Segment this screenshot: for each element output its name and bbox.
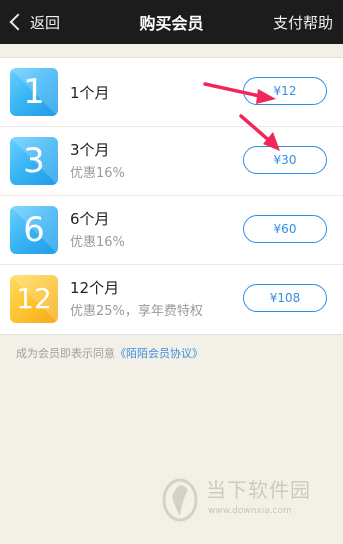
tile-number: 12 bbox=[16, 282, 52, 315]
plan-title: 1个月 bbox=[70, 84, 110, 102]
watermark-brand: 当下软件园 bbox=[206, 478, 311, 502]
agreement-text: 成为会员即表示同意《陌陌会员协议》 bbox=[16, 345, 203, 361]
price-button-60[interactable]: ¥60 bbox=[243, 215, 327, 243]
price-button-30[interactable]: ¥30 bbox=[243, 146, 327, 174]
plan-row-6-months[interactable]: 6 6个月 优惠16% ¥60 bbox=[0, 196, 343, 265]
plan-1-tile-icon: 1 bbox=[10, 68, 58, 116]
price-button-108[interactable]: ¥108 bbox=[243, 284, 327, 312]
plan-row-12-months[interactable]: 12 12个月 优惠25%，享年费特权 ¥108 bbox=[0, 265, 343, 334]
plan-title: 3个月 bbox=[70, 141, 110, 159]
plan-list: 1 1个月 ¥12 3 3个月 优惠16% ¥30 6 6个月 优惠16% ¥6… bbox=[0, 57, 343, 335]
tile-number: 3 bbox=[23, 141, 45, 181]
plan-discount: 优惠25%，享年费特权 bbox=[70, 304, 203, 319]
plan-title: 6个月 bbox=[70, 210, 110, 228]
tile-number: 6 bbox=[23, 210, 45, 250]
tile-number: 1 bbox=[23, 72, 45, 112]
watermark-logo-icon bbox=[162, 478, 198, 522]
plan-discount: 优惠16% bbox=[70, 166, 125, 181]
chevron-left-icon bbox=[9, 13, 27, 31]
plan-3-tile-icon: 3 bbox=[10, 137, 58, 185]
plan-12-tile-icon: 12 bbox=[10, 275, 58, 323]
plan-row-1-month[interactable]: 1 1个月 ¥12 bbox=[0, 58, 343, 127]
plan-discount: 优惠16% bbox=[70, 235, 125, 250]
back-button[interactable]: 返回 bbox=[8, 0, 60, 44]
plan-title: 12个月 bbox=[70, 279, 120, 297]
watermark-url: www.downxia.com bbox=[208, 506, 292, 516]
back-label: 返回 bbox=[30, 13, 61, 32]
plan-6-tile-icon: 6 bbox=[10, 206, 58, 254]
payment-help-button[interactable]: 支付帮助 bbox=[273, 0, 333, 44]
membership-agreement-link[interactable]: 《陌陌会员协议》 bbox=[115, 347, 203, 360]
plan-row-3-months[interactable]: 3 3个月 优惠16% ¥30 bbox=[0, 127, 343, 196]
price-button-12[interactable]: ¥12 bbox=[243, 77, 327, 105]
navbar: 返回 购买会员 支付帮助 bbox=[0, 0, 343, 44]
watermark: 当下软件园 www.downxia.com bbox=[158, 470, 343, 530]
agreement-prefix: 成为会员即表示同意 bbox=[16, 347, 115, 360]
